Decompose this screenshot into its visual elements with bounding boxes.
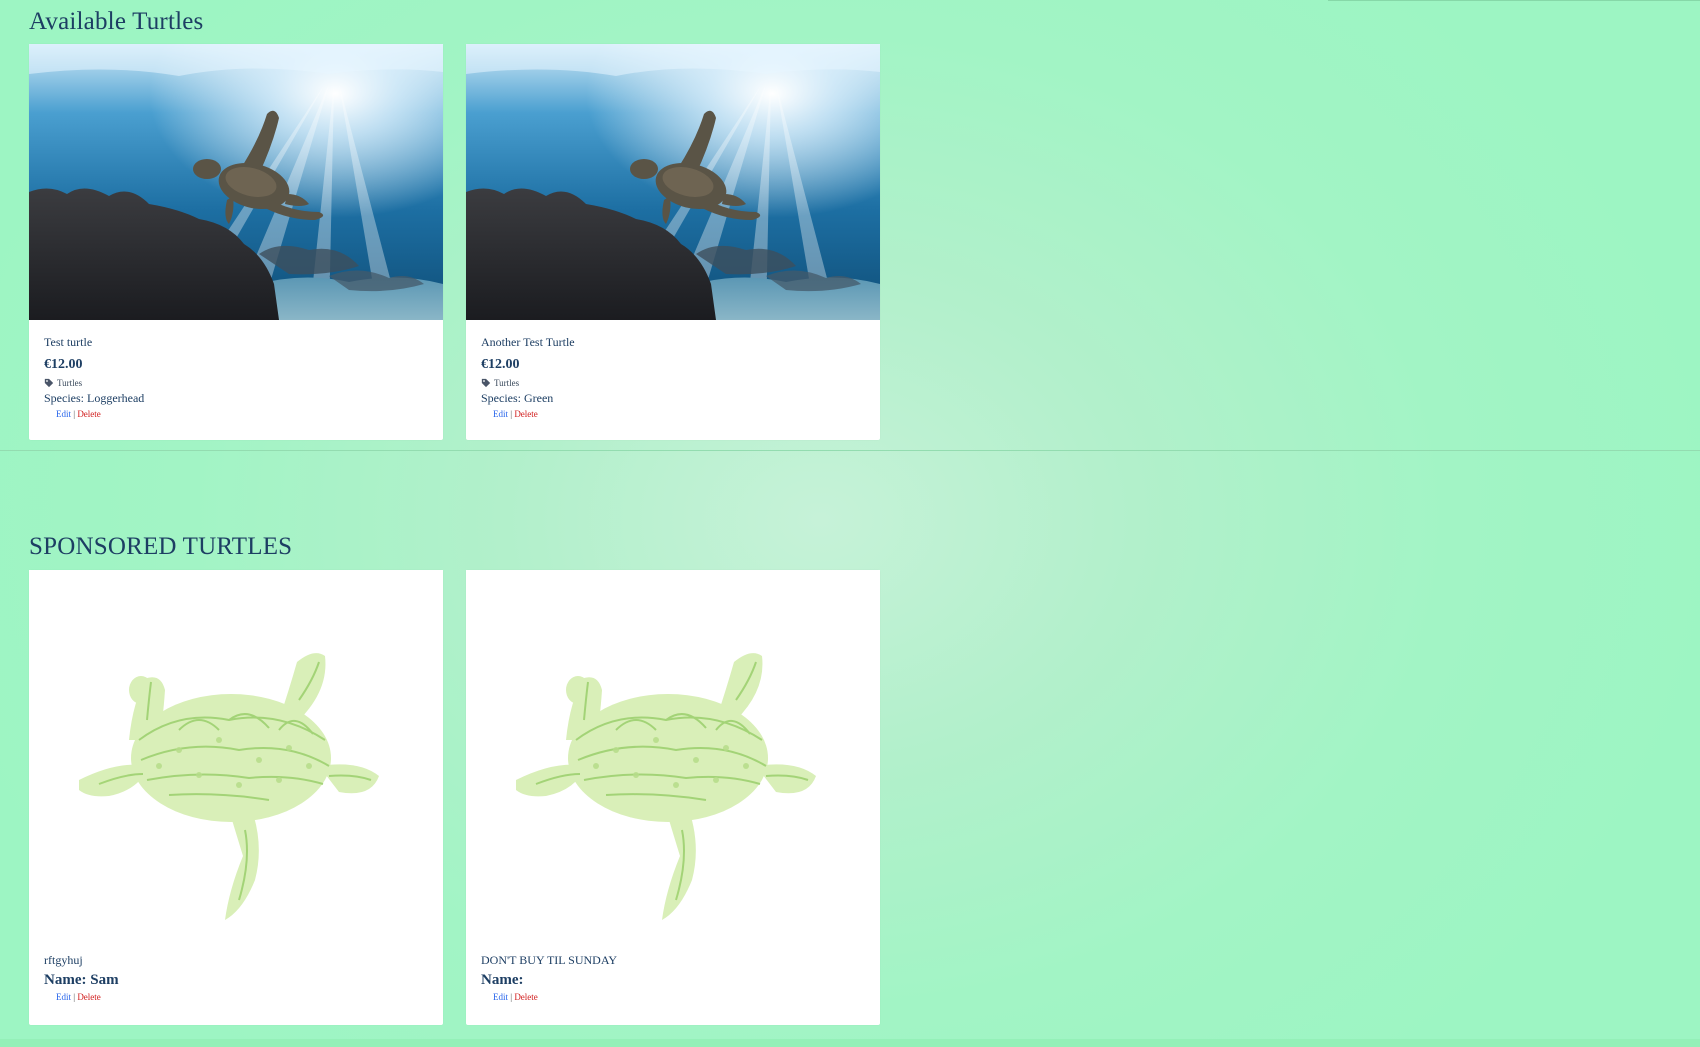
action-separator: | — [73, 992, 76, 1002]
sponsor-description: DON'T BUY TIL SUNDAY — [481, 953, 618, 967]
action-separator: | — [510, 409, 513, 419]
turtle-card: Test turtle €12.00 Turtles Species: Logg… — [29, 44, 443, 440]
section-divider — [0, 450, 1700, 451]
sponsored-turtles-heading: SPONSORED TURTLES — [29, 533, 293, 560]
delete-link[interactable]: Delete — [77, 992, 100, 1002]
tag-icon — [44, 378, 54, 388]
card-actions: Edit | Delete — [44, 409, 428, 419]
action-separator: | — [510, 992, 513, 1002]
top-edge-line — [1328, 0, 1700, 1]
tag-icon — [481, 378, 491, 388]
sponsored-card: rftgyhuj Name: Sam Edit | Delete — [29, 570, 443, 1025]
turtle-word-cloud[interactable] — [466, 570, 880, 950]
sea-turtle-photo[interactable] — [466, 44, 880, 320]
available-turtles-heading: Available Turtles — [29, 8, 204, 35]
delete-link[interactable]: Delete — [77, 409, 100, 419]
category-label: Turtles — [494, 378, 520, 388]
turtle-card: Another Test Turtle €12.00 Turtles Speci… — [466, 44, 880, 440]
delete-link[interactable]: Delete — [514, 409, 537, 419]
turtle-price: €12.00 — [44, 357, 83, 372]
turtle-price: €12.00 — [481, 357, 520, 372]
category-tag[interactable]: Turtles — [44, 378, 428, 388]
delete-link[interactable]: Delete — [514, 992, 537, 1002]
turtle-name: Another Test Turtle — [481, 335, 575, 349]
page-bottom-band — [0, 1039, 1700, 1047]
turtle-name: Test turtle — [44, 335, 93, 349]
card-actions: Edit | Delete — [481, 992, 865, 1002]
sponsor-name: Name: Sam — [44, 972, 119, 988]
card-actions: Edit | Delete — [44, 992, 428, 1002]
turtle-word-cloud[interactable] — [29, 570, 443, 950]
sponsored-card: DON'T BUY TIL SUNDAY Name: Edit | Delete — [466, 570, 880, 1025]
card-actions: Edit | Delete — [481, 409, 865, 419]
sea-turtle-photo[interactable] — [29, 44, 443, 320]
sponsor-name: Name: — [481, 972, 524, 988]
edit-link[interactable]: Edit — [493, 992, 508, 1002]
edit-link[interactable]: Edit — [493, 409, 508, 419]
edit-link[interactable]: Edit — [56, 409, 71, 419]
category-tag[interactable]: Turtles — [481, 378, 865, 388]
action-separator: | — [73, 409, 76, 419]
turtle-species: Species: Loggerhead — [44, 391, 145, 405]
turtle-species: Species: Green — [481, 391, 554, 405]
category-label: Turtles — [57, 378, 83, 388]
sponsor-description: rftgyhuj — [44, 953, 83, 967]
edit-link[interactable]: Edit — [56, 992, 71, 1002]
